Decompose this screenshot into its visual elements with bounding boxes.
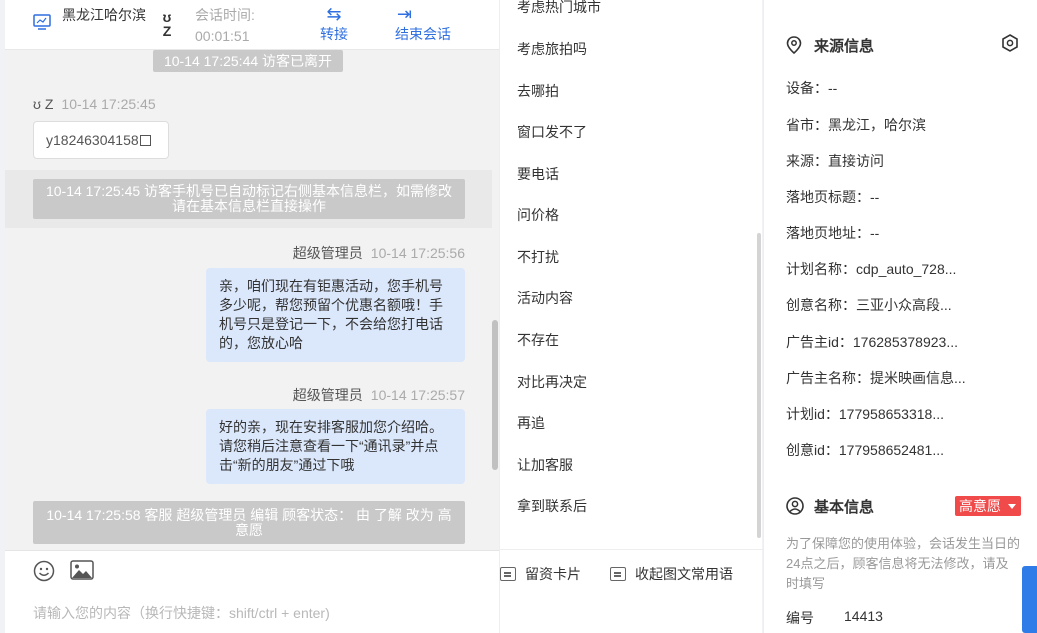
basic-info-title: 基本信息 xyxy=(814,499,875,516)
system-notice: 10-14 17:25:58 客服 超级管理员 编辑 顾客状态： 由 了解 改为… xyxy=(33,501,465,544)
message-time: 10-14 17:25:57 xyxy=(370,387,465,403)
quick-reply-item[interactable]: 活动内容 xyxy=(517,288,573,308)
end-session-button[interactable]: ⇥ 结束会话 xyxy=(395,4,451,44)
quick-reply-panel: 考虑热门城市 考虑旅拍吗 去哪拍 窗口发不了 要电话 问价格 不打扰 活动内容 … xyxy=(499,0,763,633)
quick-reply-item[interactable]: 拿到联系后 xyxy=(517,496,587,516)
collapse-phrases-label: 收起图文常用语 xyxy=(635,566,733,582)
info-id-value: 14413 xyxy=(844,608,883,624)
edit-notice: 为了保障您的使用体验，会话发生当日的24点之后，顾客信息将无法修改，请及时填写 xyxy=(786,536,1021,591)
message-list[interactable]: 10-14 17:25:44 访客已离开 ʊ Z 10-14 17:25:45 y… xyxy=(5,50,499,550)
sender-name: 超级管理员 xyxy=(292,245,363,261)
message-meta: 超级管理员 10-14 17:25:57 xyxy=(293,385,465,405)
quick-reply-item[interactable]: 窗口发不了 xyxy=(517,122,587,142)
quick-reply-item[interactable]: 问价格 xyxy=(517,205,559,225)
settings-icon[interactable] xyxy=(1001,34,1019,55)
quick-reply-item[interactable]: 不存在 xyxy=(517,330,559,350)
info-id-label: 编号 xyxy=(786,610,814,626)
transfer-icon: ⇆ xyxy=(326,4,342,24)
exit-icon: ⇥ xyxy=(397,4,413,24)
system-notice: 10-14 17:25:45 访客手机号已自动标记右侧基本信息栏，如需修改请在基… xyxy=(33,179,465,219)
source-info-title: 来源信息 xyxy=(814,38,875,55)
session-time-label: 会话时间: xyxy=(195,7,255,23)
basic-info-header: 基本信息 xyxy=(786,496,874,519)
sender-name: ʊ Z xyxy=(33,96,54,112)
agent-message[interactable]: 亲，咱们现在有钜惠活动，您手机号多少呢，帮您预留个优惠名额哦！手机号只是登记一下… xyxy=(206,268,465,362)
quick-reply-item[interactable]: 考虑热门城市 xyxy=(517,0,601,17)
desktop-icon xyxy=(33,14,51,33)
chat-header: 黑龙江哈尔滨 ʊ Z 会话时间: 00:01:51 ⇆ 转接 ⇥ 结束会话 xyxy=(5,0,499,50)
info-advertiser-name: 广告主名称：提米映画信息... xyxy=(786,370,966,386)
info-device: 设备：-- xyxy=(786,80,838,96)
quick-reply-item[interactable]: 不打扰 xyxy=(517,247,559,267)
info-landing-url: 落地页地址：-- xyxy=(786,225,880,241)
transfer-button[interactable]: ⇆ 转接 xyxy=(320,4,348,44)
quick-reply-item[interactable]: 对比再决定 xyxy=(517,372,587,392)
quick-reply-item[interactable]: 让加客服 xyxy=(517,455,573,475)
sender-name: 超级管理员 xyxy=(292,387,363,403)
message-time: 10-14 17:25:45 xyxy=(61,96,156,112)
message-input[interactable]: 请输入您的内容（换行快捷键：shift/ctrl + enter) xyxy=(33,603,330,623)
quick-reply-item[interactable]: 要电话 xyxy=(517,164,559,184)
quick-reply-scrollbar[interactable] xyxy=(757,233,761,538)
message-time: 10-14 17:25:56 xyxy=(370,245,465,261)
chat-scrollbar[interactable] xyxy=(492,320,498,470)
copy-icon[interactable] xyxy=(139,135,151,146)
message-composer: 请输入您的内容（换行快捷键：shift/ctrl + enter) xyxy=(5,550,499,633)
card-icon xyxy=(500,567,516,581)
agent-message[interactable]: 好的亲，现在安排客服加您介绍哈。请您稍后注意查看一下“通讯录”并点击“新的朋友”… xyxy=(206,409,465,484)
transfer-label: 转接 xyxy=(320,26,348,42)
visitor-avatar: ʊ Z xyxy=(162,9,172,39)
session-time-value: 00:01:51 xyxy=(195,28,250,44)
end-session-label: 结束会话 xyxy=(395,26,451,42)
floating-side-button[interactable] xyxy=(1022,566,1037,633)
visitor-message[interactable]: y18246304158 xyxy=(33,121,169,159)
quick-reply-item[interactable]: 考虑旅拍吗 xyxy=(517,39,587,59)
message-meta: 超级管理员 10-14 17:25:56 xyxy=(293,243,465,263)
message-text: y18246304158 xyxy=(46,132,139,148)
intent-tag-dropdown[interactable]: 高意愿 xyxy=(955,496,1021,516)
user-icon xyxy=(786,497,804,519)
lead-card-label: 留资卡片 xyxy=(525,566,581,582)
info-plan-name: 计划名称：cdp_auto_728... xyxy=(786,261,957,277)
location-pin-icon xyxy=(786,36,804,58)
collapse-phrases-button[interactable]: 收起图文常用语 xyxy=(610,564,733,584)
emoji-icon[interactable] xyxy=(33,560,55,585)
system-notice: 10-14 17:25:44 访客已离开 xyxy=(153,50,343,72)
customer-info-panel: 来源信息 设备：-- 省市：黑龙江，哈尔滨 来源：直接访问 落地页标题：-- 落… xyxy=(763,0,1037,633)
quick-reply-item[interactable]: 去哪拍 xyxy=(517,81,559,101)
source-info-header: 来源信息 xyxy=(786,35,874,58)
chat-panel: 黑龙江哈尔滨 ʊ Z 会话时间: 00:01:51 ⇆ 转接 ⇥ 结束会话 10… xyxy=(5,0,499,633)
divider xyxy=(500,549,763,550)
image-icon[interactable] xyxy=(70,560,94,583)
info-creative-id: 创意id：177958652481... xyxy=(786,442,944,458)
info-creative-name: 创意名称：三亚小众高段... xyxy=(786,297,952,313)
visitor-location: 黑龙江哈尔滨 xyxy=(62,7,146,23)
info-province: 省市：黑龙江，哈尔滨 xyxy=(786,117,926,133)
info-landing-title: 落地页标题：-- xyxy=(786,189,880,205)
info-plan-id: 计划id：177958653318... xyxy=(786,406,944,422)
quick-reply-item[interactable]: 再追 xyxy=(517,413,545,433)
message-meta: ʊ Z 10-14 17:25:45 xyxy=(33,96,156,112)
lead-card-button[interactable]: 留资卡片 xyxy=(500,564,581,584)
message-icon xyxy=(610,567,626,581)
info-source: 来源：直接访问 xyxy=(786,153,884,169)
info-advertiser-id: 广告主id：176285378923... xyxy=(786,334,958,350)
